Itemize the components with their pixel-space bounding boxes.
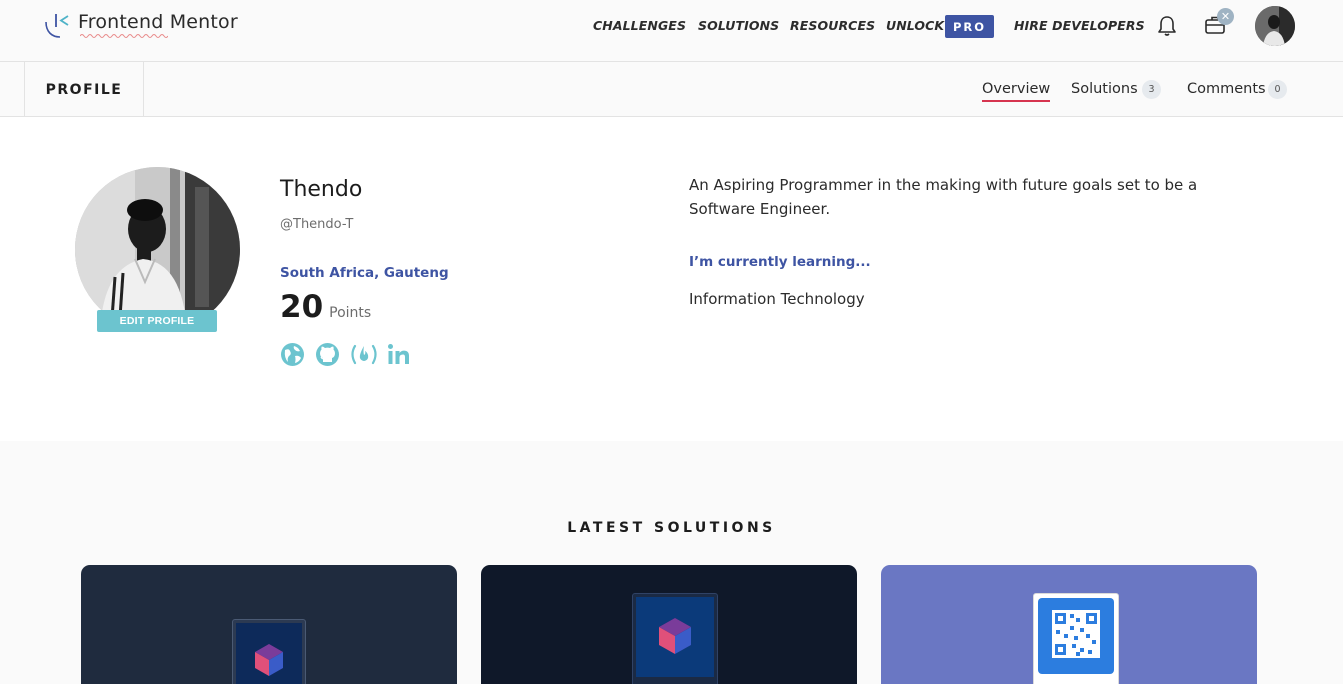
spellcheck-squiggle-icon <box>80 34 168 38</box>
nav-hire-developers[interactable]: HIRE DEVELOPERS <box>1014 18 1145 33</box>
latest-solutions-section: LATEST SOLUTIONS <box>0 441 1343 684</box>
frontend-mentor-logo-icon <box>42 10 72 40</box>
edit-profile-button[interactable]: EDIT PROFILE <box>97 310 217 332</box>
close-icon[interactable]: ✕ <box>1217 8 1234 25</box>
bell-icon[interactable] <box>1157 15 1177 41</box>
solution-preview-image <box>632 593 718 684</box>
globe-icon[interactable] <box>280 342 305 371</box>
profile-username: @Thendo-T <box>280 217 354 232</box>
learning-heading: I’m currently learning... <box>689 254 871 270</box>
points-value: 20 <box>280 289 324 325</box>
nav-solutions[interactable]: SOLUTIONS <box>698 18 779 33</box>
profile-points: 20 Points <box>280 289 371 325</box>
pro-badge[interactable]: PRO <box>945 15 994 38</box>
comments-count-badge: 0 <box>1268 80 1287 99</box>
nav-resources[interactable]: RESOURCES <box>790 18 875 33</box>
user-avatar[interactable] <box>1255 6 1295 46</box>
profile-section: EDIT PROFILE Thendo @Thendo-T South Afri… <box>0 117 1343 441</box>
freecodecamp-icon[interactable] <box>349 342 379 371</box>
profile-subnav: PROFILE Overview Solutions 3 Comments 0 <box>0 62 1343 117</box>
github-icon[interactable] <box>315 342 340 371</box>
solution-card[interactable] <box>81 565 457 684</box>
linkedin-icon[interactable] <box>387 342 411 371</box>
solution-preview-image <box>232 619 306 684</box>
profile-tab[interactable]: PROFILE <box>24 62 144 117</box>
learning-value: Information Technology <box>689 290 865 308</box>
solution-card[interactable] <box>881 565 1257 684</box>
nav-unlock[interactable]: UNLOCK <box>886 18 944 33</box>
profile-bio: An Aspiring Programmer in the making wit… <box>689 176 1198 218</box>
tab-overview[interactable]: Overview <box>982 81 1051 102</box>
tab-solutions[interactable]: Solutions <box>1071 81 1138 97</box>
solutions-count-badge: 3 <box>1142 80 1161 99</box>
logo-text: Frontend Mentor <box>78 11 238 33</box>
profile-name: Thendo <box>280 177 363 202</box>
solution-preview-image <box>1033 593 1119 684</box>
tab-comments[interactable]: Comments <box>1187 81 1266 97</box>
solution-card[interactable] <box>481 565 857 684</box>
profile-photo <box>75 167 240 332</box>
profile-location: South Africa, Gauteng <box>280 265 449 281</box>
points-label: Points <box>329 305 372 321</box>
nav-challenges[interactable]: CHALLENGES <box>593 18 686 33</box>
latest-solutions-title: LATEST SOLUTIONS <box>567 520 776 536</box>
top-navbar: Frontend Mentor CHALLENGES SOLUTIONS RES… <box>0 0 1343 62</box>
